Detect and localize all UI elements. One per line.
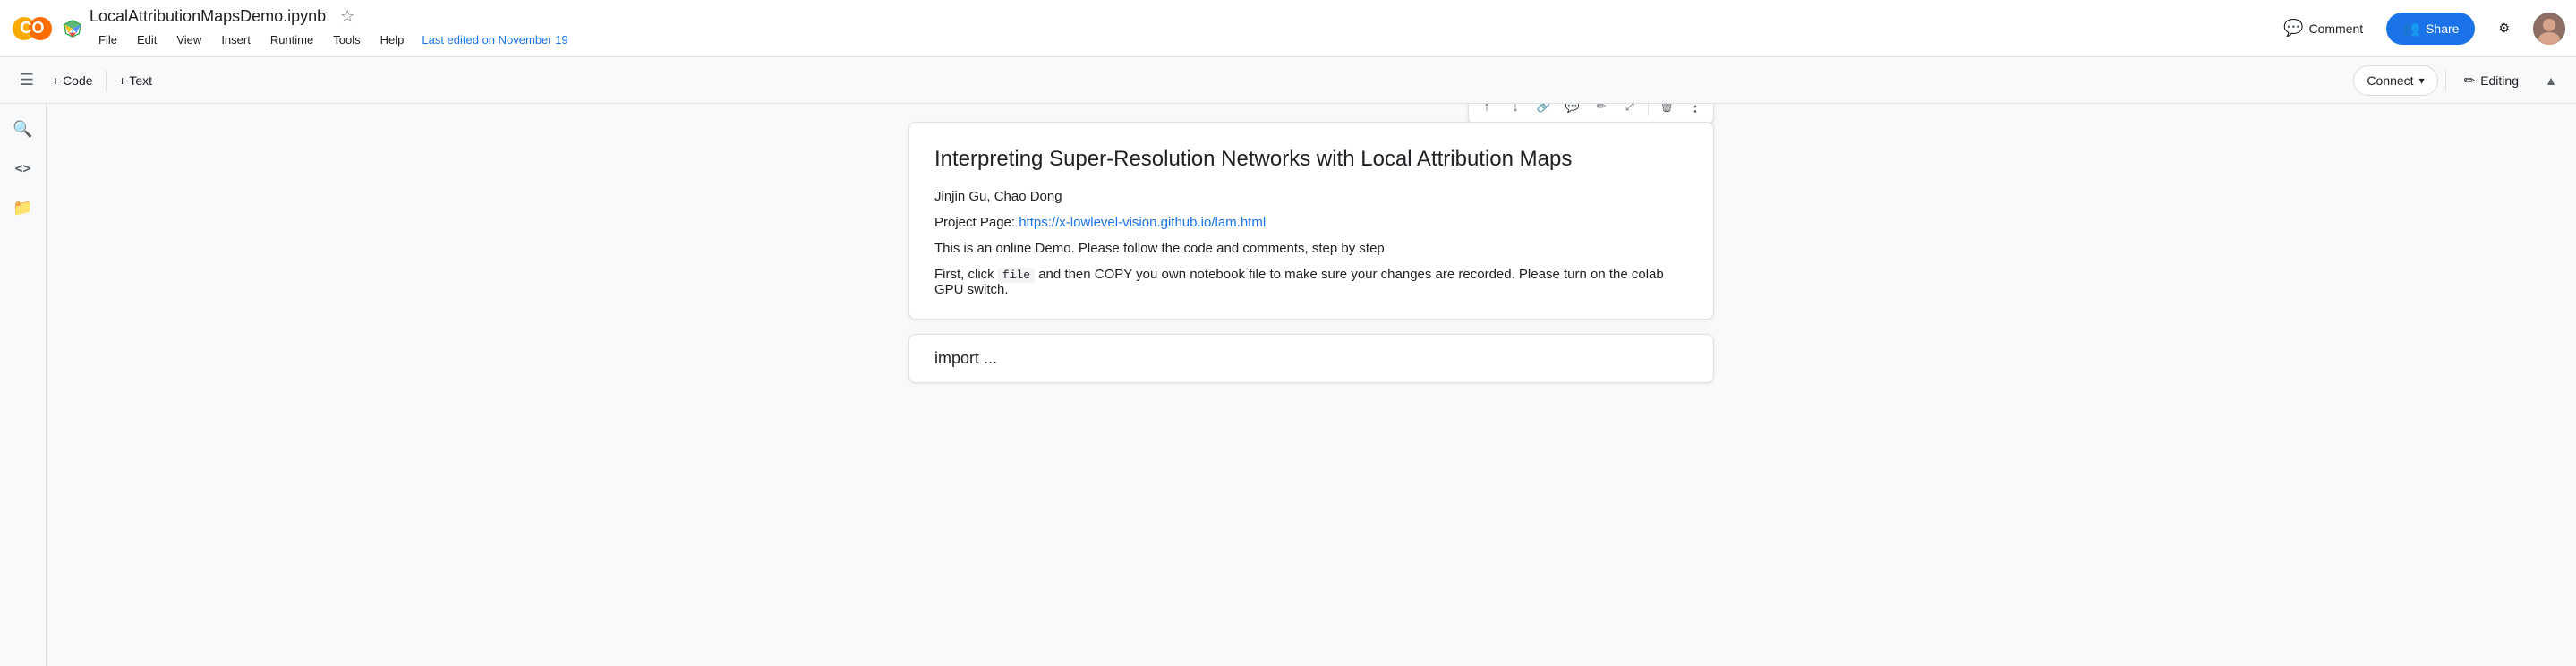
toolbar-row: ☰ + Code + Text Connect ▾ ✏ Editing ▲	[0, 57, 2576, 104]
cell-comment-button[interactable]: 💬	[1560, 104, 1585, 119]
instruction-suffix: and then COPY you own notebook file to m…	[934, 267, 1664, 297]
cell-more-button[interactable]: ⋮	[1683, 104, 1708, 119]
title-menu-area: LocalAttributionMapsDemo.ipynb ☆ File Ed…	[90, 7, 568, 50]
pencil-icon: ✏	[2464, 73, 2476, 89]
comment-label: Comment	[2308, 21, 2363, 36]
sidebar-item-search[interactable]: 🔍	[5, 111, 41, 147]
menu-view[interactable]: View	[167, 30, 210, 50]
logo-area: CO	[11, 7, 82, 50]
comment-button[interactable]: 💬 Comment	[2274, 13, 2372, 43]
menu-insert[interactable]: Insert	[212, 30, 260, 50]
right-actions: 💬 Comment 👥 Share ⚙	[2274, 13, 2565, 45]
menu-file[interactable]: File	[90, 30, 126, 50]
settings-button[interactable]: ⚙	[2489, 15, 2519, 41]
add-code-button[interactable]: + Code	[43, 68, 102, 93]
sidebar-item-files[interactable]: 📁	[5, 190, 41, 226]
add-text-button[interactable]: + Text	[110, 68, 162, 93]
sidebar-item-code[interactable]: <>	[5, 150, 41, 186]
main-area: 🔍 <> 📁 ↑ ↓ 🔗 💬	[0, 104, 2576, 666]
avatar-image	[2533, 13, 2565, 45]
instruction-code: file	[998, 268, 1035, 283]
cell-toolbar: ↑ ↓ 🔗 💬 ✏ ⤢ 🗑	[1468, 104, 1714, 124]
project-label: Project Page:	[934, 215, 1019, 230]
more-icon: ⋮	[1688, 104, 1702, 115]
text-cell: Interpreting Super-Resolution Networks w…	[908, 122, 1714, 320]
search-icon: 🔍	[13, 120, 32, 139]
connect-chevron: ▾	[2419, 74, 2425, 87]
hamburger-icon: ☰	[20, 71, 34, 90]
cell-toolbar-divider	[1648, 104, 1649, 115]
cell-container: ↑ ↓ 🔗 💬 ✏ ⤢ 🗑	[908, 122, 1714, 383]
link-icon: 🔗	[1537, 104, 1551, 114]
share-label: Share	[2426, 21, 2459, 36]
connect-button[interactable]: Connect ▾	[2353, 65, 2437, 96]
menu-tools[interactable]: Tools	[324, 30, 369, 50]
cell-expand-button[interactable]: ⤢	[1617, 104, 1642, 119]
next-cell-preview[interactable]: import ...	[908, 334, 1714, 383]
cell-authors: Jinjin Gu, Chao Dong	[934, 189, 1688, 204]
menu-bar: File Edit View Insert Runtime Tools Help…	[90, 30, 568, 50]
menu-edit[interactable]: Edit	[128, 30, 166, 50]
toolbar-right-separator	[2445, 70, 2446, 91]
cell-link-button[interactable]: 🔗	[1531, 104, 1557, 119]
connect-label: Connect	[2367, 73, 2413, 88]
share-icon: 👥	[2402, 20, 2420, 38]
code-icon: <>	[14, 160, 30, 176]
cell-delete-button[interactable]: 🗑	[1654, 104, 1679, 119]
editing-label: Editing	[2480, 73, 2519, 88]
arrow-up-icon: ↑	[1483, 104, 1490, 115]
menu-help[interactable]: Help	[371, 30, 414, 50]
last-edited[interactable]: Last edited on November 19	[422, 33, 567, 47]
file-title: LocalAttributionMapsDemo.ipynb	[90, 7, 326, 26]
edit-icon: ✏	[1597, 104, 1607, 114]
delete-icon: 🗑	[1659, 104, 1675, 114]
project-link[interactable]: https://x-lowlevel-vision.github.io/lam.…	[1019, 215, 1266, 230]
cell-move-up-button[interactable]: ↑	[1474, 104, 1499, 119]
cell-instruction: First, click file and then COPY you own …	[934, 267, 1688, 297]
settings-icon: ⚙	[2498, 21, 2510, 36]
top-bar: CO LocalAttributionMapsDemo.ipynb ☆ File…	[0, 0, 2576, 57]
share-button[interactable]: 👥 Share	[2386, 13, 2475, 45]
editing-button[interactable]: ✏ Editing	[2453, 65, 2529, 96]
expand-icon: ⤢	[1625, 104, 1634, 114]
next-cell-label: import ...	[934, 349, 997, 367]
cell-move-down-button[interactable]: ↓	[1503, 104, 1528, 119]
sidebar-toggle-button[interactable]: ☰	[11, 64, 43, 97]
arrow-down-icon: ↓	[1512, 104, 1519, 115]
svg-text:CO: CO	[21, 18, 45, 36]
star-icon[interactable]: ☆	[340, 7, 354, 26]
notebook-area: ↑ ↓ 🔗 💬 ✏ ⤢ 🗑	[47, 104, 2576, 666]
avatar[interactable]	[2533, 13, 2565, 45]
comment-icon: 💬	[2283, 19, 2303, 38]
connect-area: Connect ▾ ✏ Editing ▲	[2353, 65, 2565, 96]
cell-project: Project Page: https://x-lowlevel-vision.…	[934, 215, 1688, 230]
folder-icon: 📁	[13, 199, 32, 218]
instruction-prefix: First, click	[934, 267, 998, 282]
comment-cell-icon: 💬	[1565, 104, 1580, 114]
chevron-up-icon: ▲	[2545, 73, 2557, 88]
collapse-button[interactable]: ▲	[2537, 66, 2565, 95]
cell-edit-button[interactable]: ✏	[1589, 104, 1614, 119]
menu-runtime[interactable]: Runtime	[261, 30, 322, 50]
left-sidebar: 🔍 <> 📁	[0, 104, 47, 666]
toolbar-separator	[106, 70, 107, 91]
drive-icon	[63, 19, 82, 38]
cell-title: Interpreting Super-Resolution Networks w…	[934, 144, 1688, 175]
cell-description: This is an online Demo. Please follow th…	[934, 241, 1688, 256]
colab-logo: CO	[11, 7, 54, 50]
